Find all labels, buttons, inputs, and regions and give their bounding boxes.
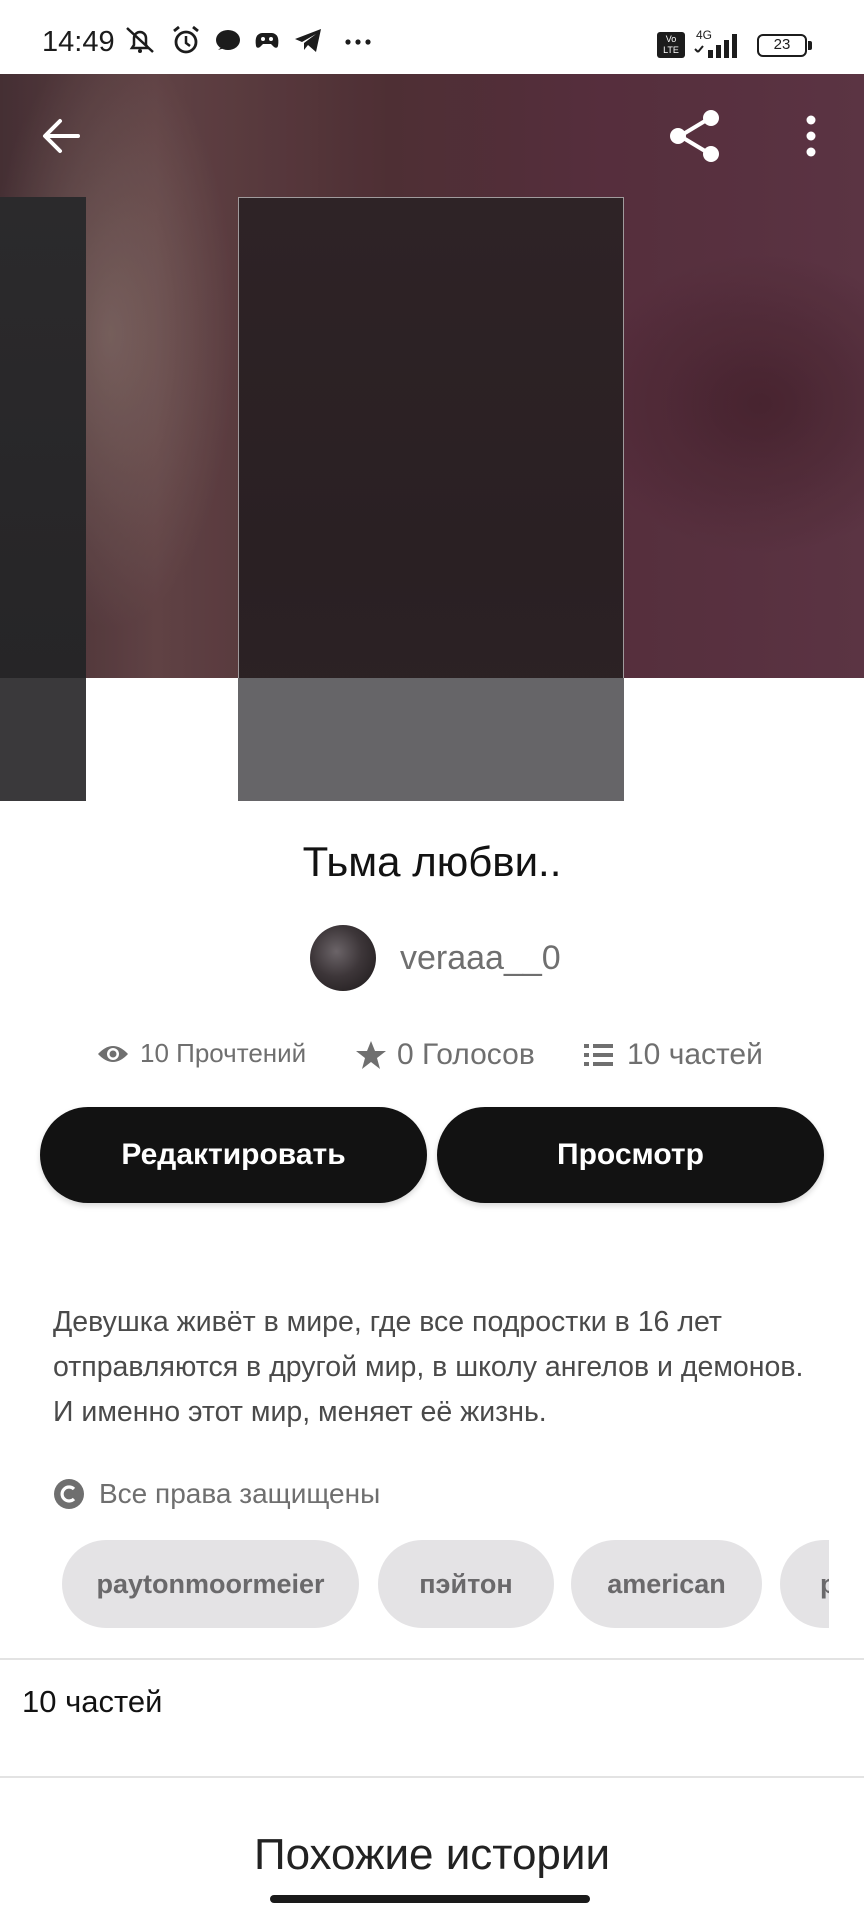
votes-stat: 0 Голосов: [355, 1038, 535, 1072]
copyright-icon: [54, 1479, 84, 1509]
copyright-row: Все права защищены: [53, 1478, 380, 1510]
tag-chip[interactable]: american: [571, 1540, 762, 1628]
signal-icon: [694, 34, 737, 58]
telegram-icon: [295, 29, 321, 52]
battery-tip: [808, 41, 812, 50]
more-vert-icon[interactable]: [800, 114, 822, 160]
tag-chip[interactable]: p: [780, 1540, 829, 1628]
gamepad-icon: [255, 33, 279, 48]
battery-icon: 23: [757, 34, 807, 57]
story-title: Тьма любви..: [302, 838, 562, 885]
bell-off-icon: [126, 27, 154, 53]
more-notifications-icon: [345, 39, 371, 45]
parts-list-header[interactable]: 10 частей: [22, 1684, 162, 1720]
copyright-text: Все права защищены: [99, 1478, 381, 1509]
story-cover-bottom: [238, 678, 624, 801]
story-stats: 10 Прочтений 0 Голосов 10 частей: [0, 1034, 864, 1078]
status-bar: 14:49 Vo LTE 4G 23: [0, 0, 864, 74]
story-description: Девушка живёт в мире, где все подростки …: [53, 1306, 804, 1428]
author-row[interactable]: veraaa__0: [310, 925, 561, 991]
reads-stat: 10 Прочтений: [96, 1038, 306, 1069]
home-indicator[interactable]: [270, 1895, 590, 1903]
alarm-icon: [173, 25, 199, 54]
list-icon: [584, 1044, 613, 1066]
star-icon: [356, 1041, 386, 1069]
tag-chip[interactable]: paytonmoormeier: [62, 1540, 359, 1628]
status-time: 14:49: [42, 26, 115, 58]
reads-count: 10 Прочтений: [140, 1038, 307, 1068]
divider: [0, 1658, 864, 1660]
eye-icon: [98, 1045, 128, 1062]
arrow-left-icon[interactable]: [38, 114, 86, 158]
chat-bubble-icon: [216, 30, 240, 50]
avatar[interactable]: [310, 925, 376, 991]
previous-cover-bottom: [0, 678, 86, 801]
tag-chip[interactable]: пэйтон: [378, 1540, 554, 1628]
tags-row[interactable]: paytonmoormeier пэйтон american p: [62, 1540, 829, 1628]
preview-button[interactable]: Просмотр: [437, 1107, 824, 1203]
author-name[interactable]: veraaa__0: [400, 939, 561, 978]
similar-stories-heading: Похожие истории: [253, 1830, 611, 1879]
divider: [0, 1776, 864, 1778]
votes-count: 0 Голосов: [397, 1038, 535, 1071]
share-icon[interactable]: [666, 108, 724, 164]
volte-label: Vo LTE: [663, 34, 679, 55]
parts-count: 10 частей: [627, 1038, 763, 1071]
battery-level: 23: [773, 36, 791, 53]
volte-icon: Vo LTE: [657, 32, 685, 58]
parts-stat: 10 частей: [583, 1038, 763, 1072]
edit-button[interactable]: Редактировать: [40, 1107, 427, 1203]
